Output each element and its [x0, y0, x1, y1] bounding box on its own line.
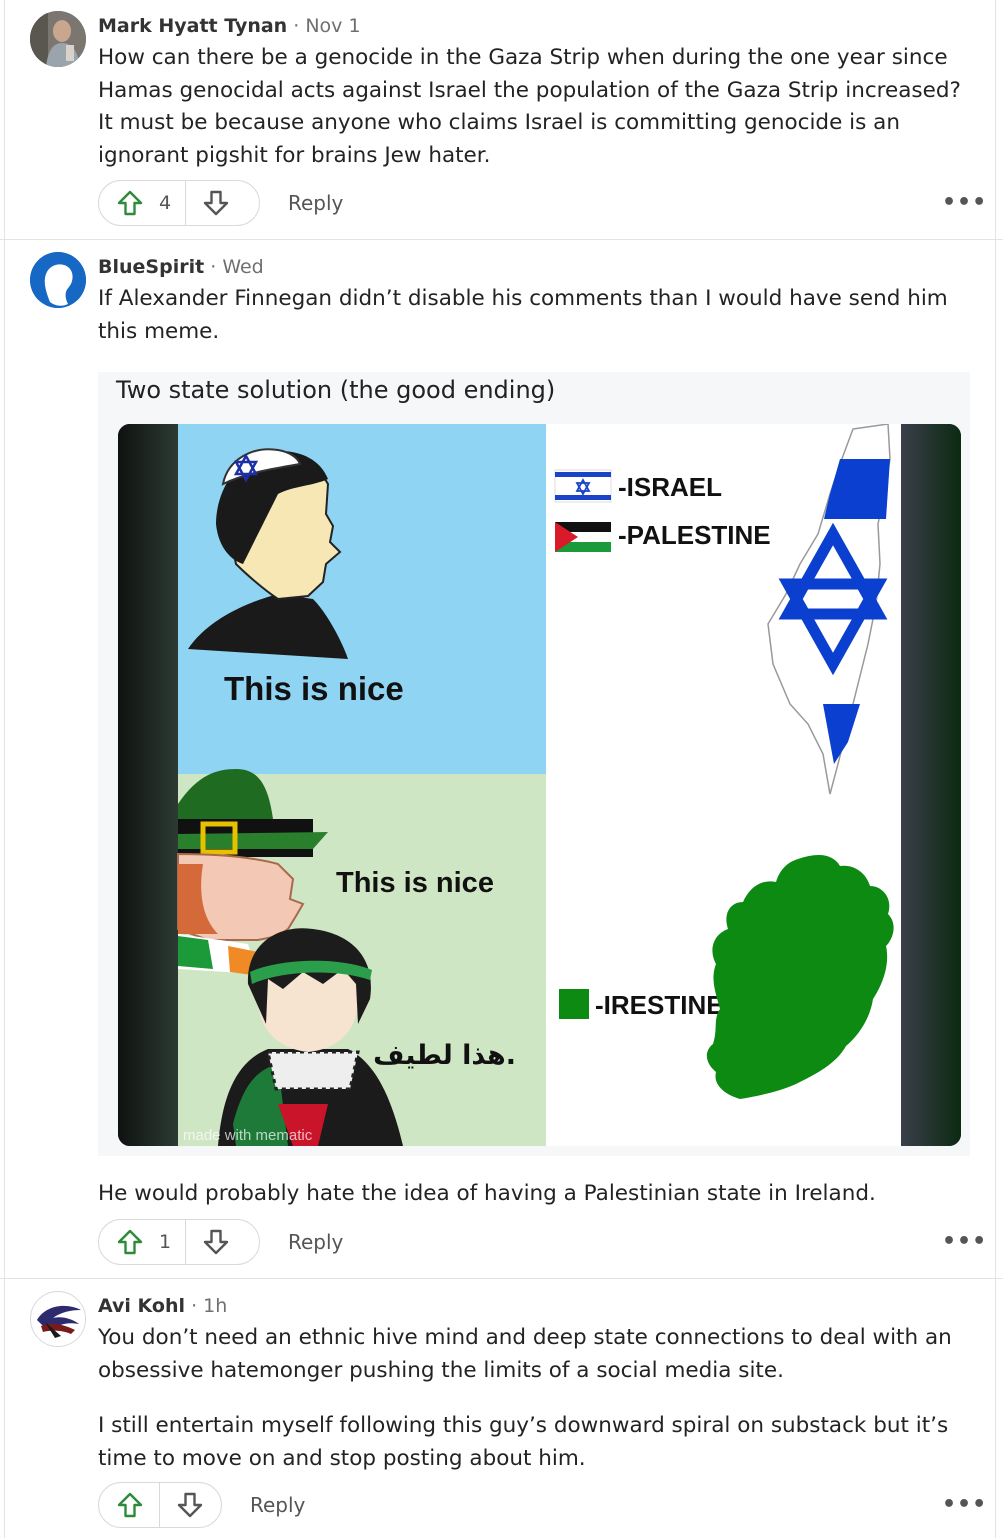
- legend-palestine: -PALESTINE: [618, 520, 771, 550]
- downvote-button[interactable]: [160, 1483, 220, 1527]
- comment-meta: Avi Kohl · 1h: [98, 1295, 227, 1317]
- upvote-button[interactable]: [99, 1483, 159, 1527]
- israel-flag-icon: [554, 469, 612, 503]
- comment-divider: [0, 239, 1003, 240]
- comment-text-paragraph-2: I still entertain myself following this …: [98, 1413, 949, 1471]
- palestine-flag-icon: [555, 522, 611, 552]
- upvote-arrow-icon: [117, 1229, 143, 1255]
- timestamp[interactable]: 1h: [203, 1295, 227, 1317]
- watermark-text: made with mematic: [183, 1127, 313, 1144]
- top-panel-caption: This is nice: [224, 670, 404, 707]
- comment-divider: [0, 1278, 1003, 1279]
- meme-title: Two state solution (the good ending): [116, 376, 556, 404]
- downvote-button[interactable]: [186, 1220, 246, 1264]
- comment-text: If Alexander Finnegan didn’t disable his…: [98, 286, 948, 344]
- timestamp[interactable]: Wed: [222, 256, 263, 278]
- legend-irestine: -IRESTINE: [595, 990, 724, 1020]
- meme-image-card[interactable]: Two state solution (the good ending) Thi…: [98, 372, 970, 1156]
- meta-separator: ·: [293, 15, 300, 37]
- comment-text: You don’t need an ethnic hive mind and d…: [98, 1325, 952, 1383]
- more-options-button[interactable]: •••: [942, 1492, 987, 1517]
- comment-meta: BlueSpirit · Wed: [98, 256, 264, 278]
- more-options-button[interactable]: •••: [942, 1229, 987, 1254]
- thread-border-right: [995, 0, 996, 1538]
- downvote-button[interactable]: [186, 181, 246, 225]
- comment-text: How can there be a genocide in the Gaza …: [98, 45, 961, 168]
- ireland-green-square-icon: [559, 989, 589, 1019]
- downvote-arrow-icon: [203, 190, 229, 216]
- meme-image[interactable]: This is nice This is nice هذا لطيف. made…: [118, 424, 961, 1146]
- avatar[interactable]: [30, 11, 86, 67]
- author-name[interactable]: BlueSpirit: [98, 256, 204, 278]
- meta-separator: ·: [191, 1295, 198, 1317]
- avatar[interactable]: [30, 1291, 86, 1347]
- upvote-button[interactable]: 1: [99, 1220, 185, 1264]
- avatar[interactable]: [30, 252, 86, 308]
- timestamp[interactable]: Nov 1: [305, 15, 360, 37]
- arabic-caption: هذا لطيف.: [373, 1040, 516, 1071]
- vote-control: [98, 1482, 222, 1528]
- vote-count: 4: [159, 192, 172, 214]
- downvote-arrow-icon: [177, 1492, 203, 1518]
- bottom-panel-caption: This is nice: [336, 867, 494, 899]
- more-options-button[interactable]: •••: [942, 190, 987, 215]
- upvote-arrow-icon: [117, 1492, 143, 1518]
- comment-text-continued: He would probably hate the idea of havin…: [98, 1181, 876, 1206]
- comment-meta: Mark Hyatt Tynan · Nov 1: [98, 15, 361, 37]
- reply-button[interactable]: Reply: [288, 1230, 343, 1254]
- meme-illustration: This is nice This is nice هذا لطيف. made…: [118, 424, 961, 1146]
- thread-border-left: [4, 0, 5, 1538]
- author-name[interactable]: Avi Kohl: [98, 1295, 185, 1317]
- meta-separator: ·: [210, 256, 217, 278]
- legend-israel: -ISRAEL: [618, 472, 722, 502]
- reply-button[interactable]: Reply: [288, 191, 343, 215]
- reply-button[interactable]: Reply: [250, 1493, 305, 1517]
- vote-control: 1: [98, 1219, 260, 1265]
- vote-control: 4: [98, 180, 260, 226]
- upvote-arrow-icon: [117, 190, 143, 216]
- downvote-arrow-icon: [203, 1229, 229, 1255]
- vote-count: 1: [159, 1231, 172, 1253]
- author-name[interactable]: Mark Hyatt Tynan: [98, 15, 287, 37]
- upvote-button[interactable]: 4: [99, 181, 185, 225]
